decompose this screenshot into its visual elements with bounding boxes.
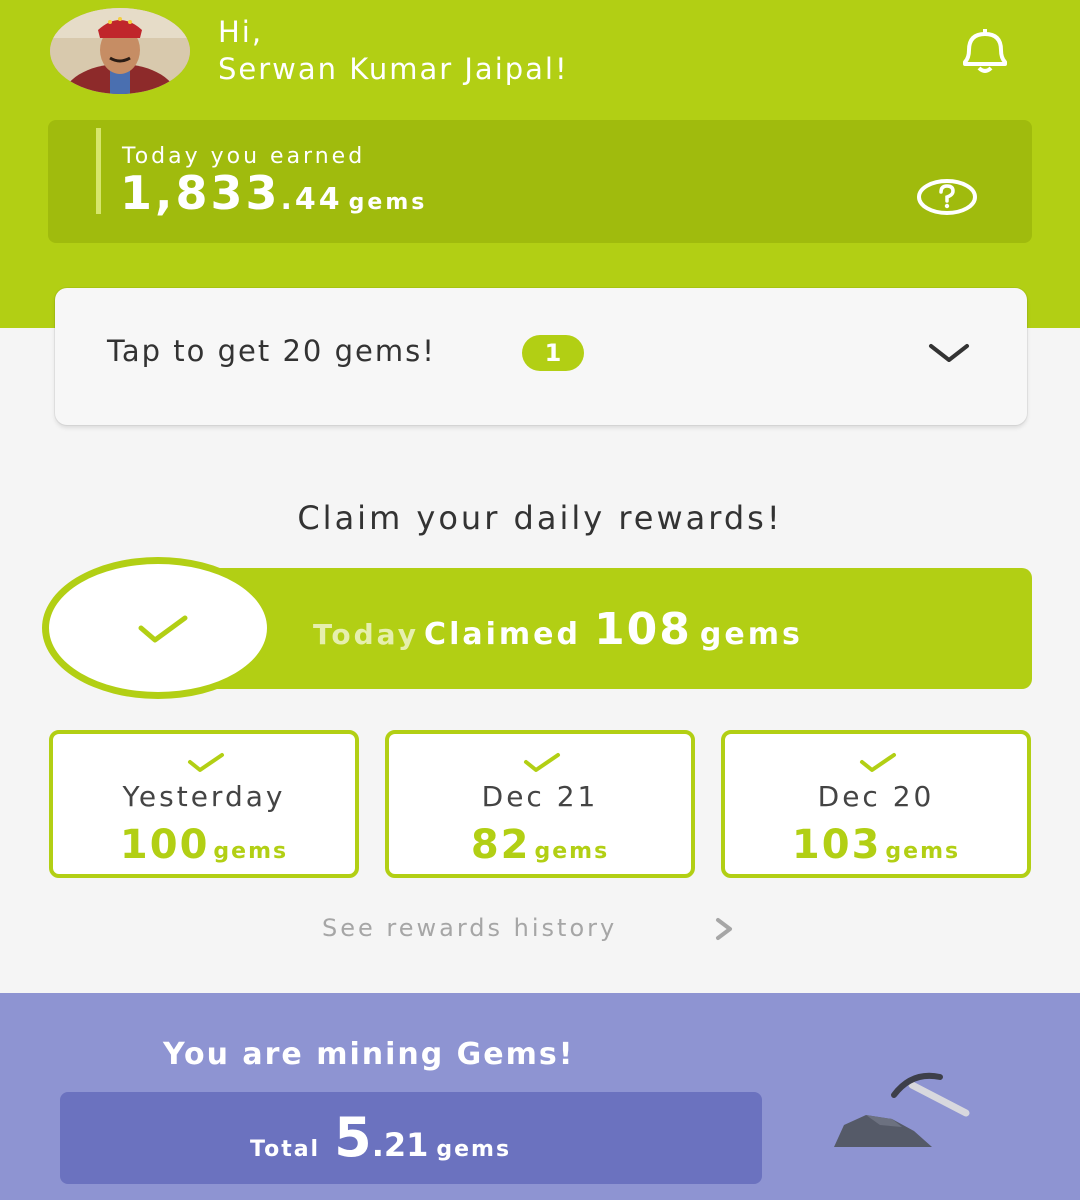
reward-amount-value: 103 [791, 822, 882, 868]
today-claimed-bar: Today Claimed 108 gems [200, 568, 1032, 689]
chevron-right-icon[interactable] [712, 916, 736, 946]
mining-title: You are mining Gems! [163, 1037, 575, 1072]
earnings-unit: gems [348, 190, 428, 215]
bell-icon[interactable] [955, 26, 1015, 76]
today-amount: 108 [594, 604, 692, 655]
check-icon [860, 753, 896, 772]
reward-card-dec-20: Dec 20 103 gems [721, 730, 1031, 878]
mining-total: Total 5.21 gems [250, 1106, 511, 1169]
avatar[interactable] [50, 8, 190, 94]
earnings-accent-bar [96, 128, 101, 214]
reward-amount-unit: gems [885, 839, 961, 864]
avatar-photo [50, 8, 190, 94]
mining-total-unit: gems [436, 1137, 512, 1162]
reward-card-dec-21: Dec 21 82 gems [385, 730, 695, 878]
reward-amount-value: 100 [119, 822, 210, 868]
question-circle-icon[interactable] [914, 164, 980, 230]
mining-total-decimal: .21 [371, 1126, 429, 1164]
today-label: Today [313, 618, 419, 651]
chevron-down-icon[interactable] [927, 340, 971, 368]
greeting-hi: Hi, [218, 15, 264, 49]
reward-amount: 103 gems [725, 822, 1027, 868]
mining-section: You are mining Gems! Total 5.21 gems [0, 993, 1080, 1200]
tap-to-get-gems-card[interactable]: Tap to get 20 gems! 1 [55, 288, 1027, 425]
reward-amount-unit: gems [534, 839, 610, 864]
greeting: Hi, Serwan Kumar Jaipal! [218, 14, 569, 88]
earnings-decimal: .44 [280, 182, 343, 217]
tap-card-badge: 1 [522, 335, 584, 371]
daily-rewards-title: Claim your daily rewards! [297, 499, 783, 537]
tap-card-text: Tap to get 20 gems! [107, 334, 436, 368]
mining-total-whole: 5 [334, 1106, 372, 1169]
mining-total-label: Total [250, 1137, 321, 1162]
today-claimed-text: Today Claimed 108 gems [313, 604, 803, 655]
reward-amount: 82 gems [389, 822, 691, 868]
check-icon [188, 753, 224, 772]
earnings-value: 1,833.44 gems [120, 166, 427, 220]
user-name: Serwan Kumar Jaipal! [218, 52, 569, 86]
check-icon [524, 753, 560, 772]
check-icon [138, 615, 188, 643]
reward-day: Dec 21 [481, 780, 599, 813]
today-status: Claimed [424, 617, 581, 652]
today-unit: gems [699, 617, 803, 652]
reward-amount-unit: gems [213, 839, 289, 864]
mining-total-box: Total 5.21 gems [60, 1092, 762, 1184]
earnings-card: Today you earned 1,833.44 gems [48, 120, 1032, 243]
pickaxe-icon [834, 1072, 970, 1147]
reward-card-yesterday: Yesterday 100 gems [49, 730, 359, 878]
reward-day: Dec 20 [817, 780, 935, 813]
reward-amount-value: 82 [470, 822, 531, 868]
see-rewards-history-link[interactable]: See rewards history [322, 914, 617, 942]
reward-day: Yesterday [122, 780, 286, 813]
reward-amount: 100 gems [53, 822, 355, 868]
header-band: Hi, Serwan Kumar Jaipal! Today you earne… [0, 0, 1080, 328]
earnings-whole: 1,833 [120, 166, 281, 220]
today-check-circle [42, 557, 274, 699]
